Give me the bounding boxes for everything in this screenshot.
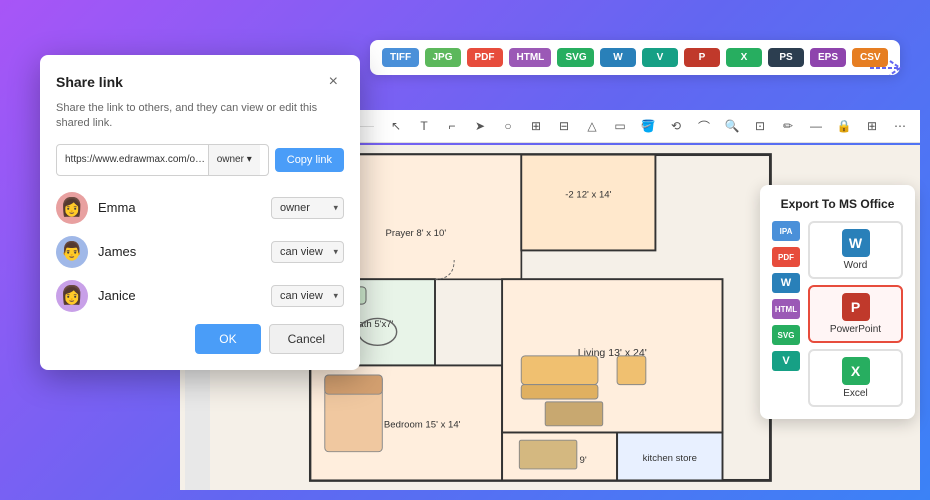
user-name-janice: Janice	[98, 288, 261, 303]
side-html-badge[interactable]: HTML	[772, 299, 800, 319]
powerpoint-label: PowerPoint	[830, 324, 881, 335]
excel-icon: X	[842, 357, 870, 385]
side-pdf-badge[interactable]: PDF	[772, 247, 800, 267]
ok-button[interactable]: OK	[195, 324, 260, 354]
export-grid: IPA PDF W HTML SVG V W Word P PowerPoint…	[772, 221, 903, 407]
zoom-tool[interactable]: 🔍	[722, 116, 742, 136]
rect-tool[interactable]: ▭	[610, 116, 630, 136]
export-powerpoint-item[interactable]: P PowerPoint	[808, 285, 903, 343]
user-row-james: 👨 James can view can edit owner	[56, 236, 344, 268]
line-tool[interactable]: —	[806, 116, 826, 136]
shape-tool[interactable]: ○	[498, 116, 518, 136]
side-vsdx-badge[interactable]: V	[772, 351, 800, 371]
ppt-button[interactable]: P	[684, 48, 720, 67]
side-tiff-badge[interactable]: IPA	[772, 221, 800, 241]
role-dropdown-janice[interactable]: can view can edit owner	[271, 285, 344, 307]
triangle-tool[interactable]: △	[582, 116, 602, 136]
grid-tool[interactable]: ⊟	[554, 116, 574, 136]
export-items-list: W Word P PowerPoint X Excel	[808, 221, 903, 407]
role-dropdown-james[interactable]: can view can edit owner	[271, 241, 344, 263]
avatar-emma: 👩	[56, 192, 88, 224]
side-word-badge[interactable]: W	[772, 273, 800, 293]
avatar-janice: 👩	[56, 280, 88, 312]
dialog-footer: OK Cancel	[56, 324, 344, 354]
arrow-tool[interactable]: ➤	[470, 116, 490, 136]
copy-link-button[interactable]: Copy link	[275, 148, 344, 172]
link-input[interactable]	[65, 154, 208, 165]
svg-text:-2 12' x 14': -2 12' x 14'	[565, 190, 611, 201]
svg-text:Prayer 8' x 10': Prayer 8' x 10'	[386, 228, 447, 239]
user-row-emma: 👩 Emma owner can edit can view	[56, 192, 344, 224]
table-tool[interactable]: ⊞	[862, 116, 882, 136]
cancel-button[interactable]: Cancel	[269, 324, 344, 354]
side-svg-badge[interactable]: SVG	[772, 325, 800, 345]
format-toolbar: TIFF JPG PDF HTML SVG W V P X PS EPS CSV	[370, 40, 900, 75]
export-side-icons: IPA PDF W HTML SVG V	[772, 221, 800, 407]
lock-tool[interactable]: 🔒	[834, 116, 854, 136]
text-tool[interactable]: T	[414, 116, 434, 136]
crop-tool[interactable]: ⊞	[526, 116, 546, 136]
svg-button[interactable]: SVG	[557, 48, 594, 67]
pdf-button[interactable]: PDF	[467, 48, 503, 67]
link-row: owner ▾ Copy link	[56, 144, 344, 176]
role-dropdown-emma[interactable]: owner can edit can view	[271, 197, 344, 219]
role-wrap-emma: owner can edit can view	[271, 197, 344, 219]
share-dialog: Share link × Share the link to others, a…	[40, 55, 360, 370]
export-word-item[interactable]: W Word	[808, 221, 903, 279]
connect-tool[interactable]: ⟲	[666, 116, 686, 136]
user-name-emma: Emma	[98, 200, 261, 215]
user-name-james: James	[98, 244, 261, 259]
excel-button[interactable]: X	[726, 48, 762, 67]
eps-button[interactable]: EPS	[810, 48, 846, 67]
role-wrap-janice: can view can edit owner	[271, 285, 344, 307]
export-excel-item[interactable]: X Excel	[808, 349, 903, 407]
tiff-button[interactable]: TIFF	[382, 48, 419, 67]
powerpoint-icon: P	[842, 293, 870, 321]
dialog-title: Share link	[56, 74, 123, 90]
word-label: Word	[844, 260, 868, 271]
angle-tool[interactable]: ⌐	[442, 116, 462, 136]
dialog-header: Share link ×	[56, 71, 344, 93]
jpg-button[interactable]: JPG	[425, 48, 461, 67]
fill-tool[interactable]: 🪣	[638, 116, 658, 136]
more-tool[interactable]: ⋯	[890, 116, 910, 136]
svg-text:kitchen store: kitchen store	[643, 453, 697, 464]
avatar-james: 👨	[56, 236, 88, 268]
export-panel: Export To MS Office IPA PDF W HTML SVG V…	[760, 185, 915, 419]
pen-tool[interactable]: ✏	[778, 116, 798, 136]
curve-tool[interactable]: ⌒	[694, 116, 714, 136]
arrow-indicator	[865, 58, 905, 83]
cursor-tool[interactable]: ↖	[386, 116, 406, 136]
link-input-wrap: owner ▾	[56, 144, 269, 176]
word-format-button[interactable]: W	[600, 48, 636, 67]
ps-button[interactable]: PS	[768, 48, 804, 67]
user-row-janice: 👩 Janice can view can edit owner	[56, 280, 344, 312]
image-tool[interactable]: ⊡	[750, 116, 770, 136]
html-button[interactable]: HTML	[509, 48, 552, 67]
vsdx-button[interactable]: V	[642, 48, 678, 67]
export-panel-title: Export To MS Office	[772, 197, 903, 211]
word-icon: W	[842, 229, 870, 257]
close-button[interactable]: ×	[323, 71, 344, 93]
excel-label: Excel	[843, 388, 867, 399]
dialog-description: Share the link to others, and they can v…	[56, 101, 344, 132]
link-role-dropdown[interactable]: owner ▾	[208, 145, 260, 175]
role-wrap-james: can view can edit owner	[271, 241, 344, 263]
